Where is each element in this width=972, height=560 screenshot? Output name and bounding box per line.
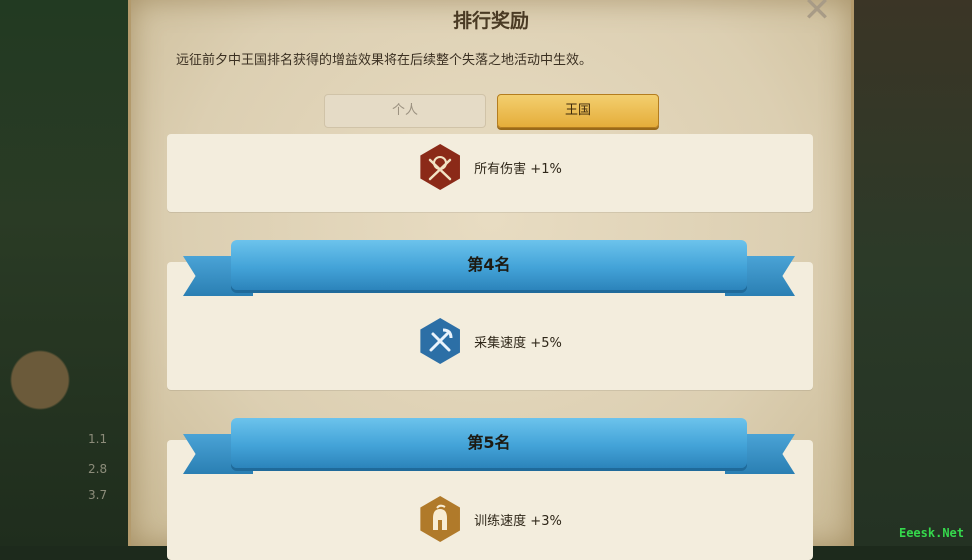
pickaxe-shovel-icon <box>420 318 460 364</box>
rank-label: 第4名 <box>231 240 747 290</box>
ranking-reward-dialog: 排行奖励 ✕ 远征前夕中王国排名获得的增益效果将在后续整个失落之地活动中生效。 … <box>128 0 854 560</box>
background-text: 2.8 <box>88 462 108 476</box>
reward-card: 所有伤害 +1% <box>167 134 813 212</box>
background-text: 1.1 <box>88 432 108 446</box>
rank-ribbon: 第4名 <box>183 240 795 298</box>
background-left: 1.1 2.8 3.7 <box>0 0 140 546</box>
reward-row: 采集速度 +5% <box>167 318 813 364</box>
tab-kingdom[interactable]: 王国 <box>497 94 659 128</box>
rank-ribbon: 第5名 <box>183 418 795 476</box>
reward-label: 训练速度 +3% <box>474 513 562 529</box>
reward-label: 采集速度 +5% <box>474 335 562 351</box>
crossed-swords-icon <box>420 144 460 190</box>
dialog-title: 排行奖励 <box>452 10 529 32</box>
spartan-helmet-icon <box>420 496 460 542</box>
tab-personal[interactable]: 个人 <box>324 94 486 128</box>
reward-label: 所有伤害 +1% <box>474 161 562 177</box>
reward-row: 所有伤害 +1% <box>167 144 813 190</box>
close-icon[interactable]: ✕ <box>801 0 833 27</box>
reward-row: 训练速度 +3% <box>167 496 813 542</box>
background-text: 3.7 <box>88 488 108 502</box>
rank-label: 第5名 <box>231 418 747 468</box>
dialog-description: 远征前夕中王国排名获得的增益效果将在后续整个失落之地活动中生效。 <box>176 53 593 68</box>
watermark: Eeesk.Net <box>898 526 964 540</box>
